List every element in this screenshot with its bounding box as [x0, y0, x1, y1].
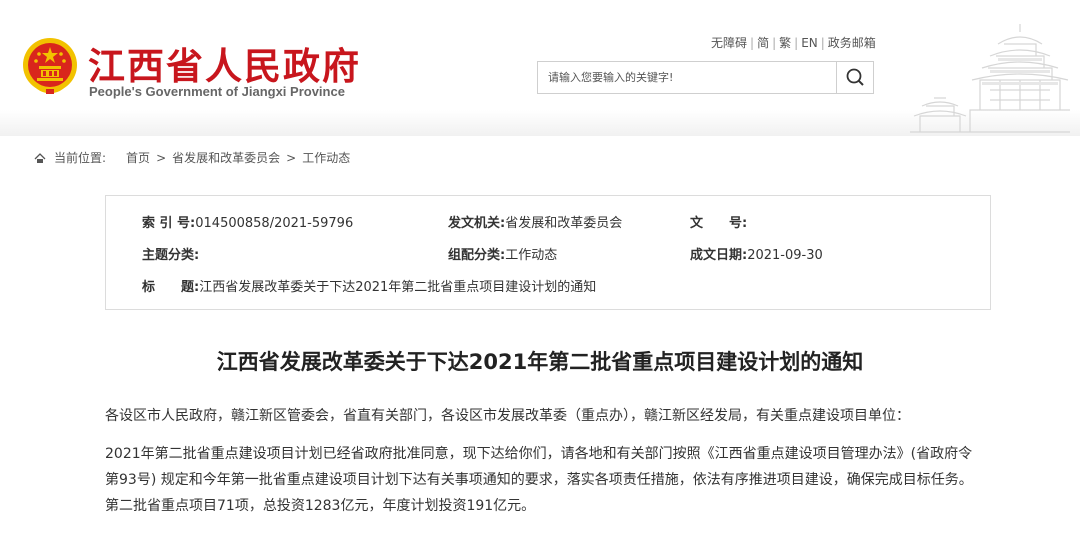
site-header: 江西省人民政府 People's Government of Jiangxi P…: [0, 0, 1080, 136]
index-number-label: 索 引 号:: [142, 216, 196, 231]
english-link[interactable]: EN: [801, 36, 818, 50]
divider: |: [772, 36, 777, 50]
info-row: 标 题:江西省发展改革委关于下达2021年第二批省重点项目建设计划的通知: [106, 276, 990, 296]
title-label: 标 题:: [142, 280, 200, 295]
issuer-label: 发文机关:: [448, 216, 506, 231]
divider: |: [794, 36, 799, 50]
article-title: 江西省发展改革委关于下达2021年第二批省重点项目建设计划的通知: [216, 350, 864, 374]
title-field: 标 题:江西省发展改革委关于下达2021年第二批省重点项目建设计划的通知: [142, 276, 596, 295]
traditional-chinese-link[interactable]: 繁: [779, 36, 791, 50]
category-label: 组配分类:: [448, 248, 506, 263]
title-value: 江西省发展改革委关于下达2021年第二批省重点项目建设计划的通知: [199, 280, 597, 295]
site-title[interactable]: 江西省人民政府: [88, 36, 361, 90]
index-number-field: 索 引 号:014500858/2021-59796: [142, 212, 353, 231]
top-links: 无障碍 | 简 | 繁 | EN | 政务邮箱: [711, 34, 876, 51]
date-label: 成文日期:: [690, 248, 748, 263]
document-info-box: 索 引 号:014500858/2021-59796 发文机关:省发展和改革委员…: [105, 195, 991, 310]
accessibility-link[interactable]: 无障碍: [711, 36, 747, 50]
home-icon: [34, 153, 46, 163]
info-row: 索 引 号:014500858/2021-59796 发文机关:省发展和改革委员…: [106, 212, 990, 232]
index-number-value: 014500858/2021-59796: [195, 216, 354, 231]
breadcrumb-separator: >: [286, 151, 297, 165]
search-input[interactable]: [538, 62, 836, 93]
breadcrumb-current-link[interactable]: 工作动态: [302, 151, 350, 165]
simplified-chinese-link[interactable]: 简: [757, 36, 769, 50]
breadcrumb-home-link[interactable]: 首页: [126, 151, 150, 165]
category-value: 工作动态: [505, 248, 558, 263]
breadcrumb-department-link[interactable]: 省发展和改革委员会: [172, 151, 280, 165]
doc-number-field: 文 号:: [690, 212, 747, 231]
national-emblem-icon[interactable]: [22, 37, 78, 95]
date-value: 2021-09-30: [747, 248, 823, 263]
subject-label: 主题分类:: [142, 248, 200, 263]
info-row: 主题分类: 组配分类:工作动态 成文日期:2021-09-30: [106, 244, 990, 264]
issuer-value: 省发展和改革委员会: [505, 216, 623, 231]
breadcrumb-separator: >: [156, 151, 167, 165]
issuer-field: 发文机关:省发展和改革委员会: [448, 212, 622, 231]
search-button[interactable]: [836, 62, 873, 93]
date-field: 成文日期:2021-09-30: [690, 244, 823, 263]
breadcrumb: 当前位置: 首页 > 省发展和改革委员会 > 工作动态: [34, 149, 350, 166]
divider: |: [750, 36, 755, 50]
search-box: [537, 61, 874, 94]
article-body-paragraph: 2021年第二批省重点建设项目计划已经省政府批准同意，现下达给你们，请各地和有关…: [105, 446, 973, 514]
search-icon: [846, 68, 864, 86]
tengwang-pavilion-illustration: [910, 24, 1070, 133]
breadcrumb-label: 当前位置:: [54, 151, 107, 165]
divider: |: [820, 36, 825, 50]
gov-mail-link[interactable]: 政务邮箱: [828, 36, 876, 50]
site-subtitle: People's Government of Jiangxi Province: [89, 84, 345, 99]
category-field: 组配分类:工作动态: [448, 244, 557, 263]
article-salutation: 各设区市人民政府，赣江新区管委会，省直有关部门，各设区市发展改革委（重点办），赣…: [105, 408, 910, 424]
subject-field: 主题分类:: [142, 244, 199, 263]
doc-number-label: 文 号:: [690, 216, 748, 231]
